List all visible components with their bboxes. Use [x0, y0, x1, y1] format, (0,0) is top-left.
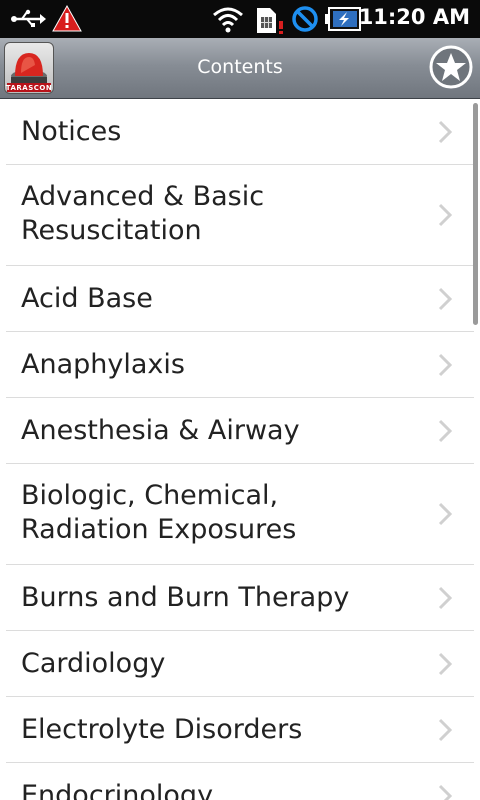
chevron-right-icon: [438, 120, 452, 143]
chevron-right-icon: [438, 353, 452, 376]
list-item[interactable]: Acid Base: [6, 266, 474, 332]
status-bar: 11:20 AM: [0, 0, 480, 38]
list-item-label: Anaphylaxis: [21, 349, 185, 380]
list-item-label: Burns and Burn Therapy: [21, 582, 350, 613]
chevron-right-icon: [438, 784, 452, 800]
list-item-label: Anesthesia & Airway: [21, 415, 300, 446]
status-time: 11:20 AM: [358, 5, 470, 29]
list-item-label: Advanced & Basic Resuscitation: [21, 181, 265, 246]
chevron-right-icon: [438, 419, 452, 442]
list-item[interactable]: Anaphylaxis: [6, 332, 474, 398]
list-item[interactable]: Cardiology: [6, 631, 474, 697]
warning-icon: [52, 5, 82, 32]
list-item[interactable]: Electrolyte Disorders: [6, 697, 474, 763]
contents-list: Notices Advanced & Basic Resuscitation A…: [0, 99, 480, 800]
logo-text: TARASCON: [5, 84, 53, 92]
chevron-right-icon: [438, 586, 452, 609]
wifi-icon: [213, 7, 243, 33]
battery-charging-icon: [325, 7, 361, 31]
list-item[interactable]: Biologic, Chemical, Radiation Exposures: [6, 464, 474, 565]
list-item[interactable]: Advanced & Basic Resuscitation: [6, 165, 474, 266]
chevron-right-icon: [438, 652, 452, 675]
chevron-right-icon: [438, 203, 452, 227]
chevron-right-icon: [438, 287, 452, 310]
list-item-label: Biologic, Chemical, Radiation Exposures: [21, 480, 297, 545]
favorites-star-button[interactable]: [429, 45, 473, 89]
sim-icon: [257, 8, 283, 34]
list-item-label: Electrolyte Disorders: [21, 714, 303, 745]
title-bar: TARASCON Contents: [0, 38, 480, 99]
scrollbar[interactable]: [473, 103, 478, 325]
list-item[interactable]: Notices: [6, 99, 474, 165]
list-item[interactable]: Anesthesia & Airway: [6, 398, 474, 464]
usb-icon: [11, 9, 46, 27]
list-item[interactable]: Endocrinology: [6, 763, 474, 800]
list-item-label: Cardiology: [21, 648, 166, 679]
list-item-label: Endocrinology: [21, 780, 214, 800]
list-item[interactable]: Burns and Burn Therapy: [6, 565, 474, 631]
no-signal-icon: [292, 6, 318, 32]
list-item-label: Acid Base: [21, 283, 153, 314]
page-title: Contents: [197, 56, 283, 78]
chevron-right-icon: [438, 502, 452, 526]
list-item-label: Notices: [21, 116, 122, 147]
chevron-right-icon: [438, 718, 452, 741]
